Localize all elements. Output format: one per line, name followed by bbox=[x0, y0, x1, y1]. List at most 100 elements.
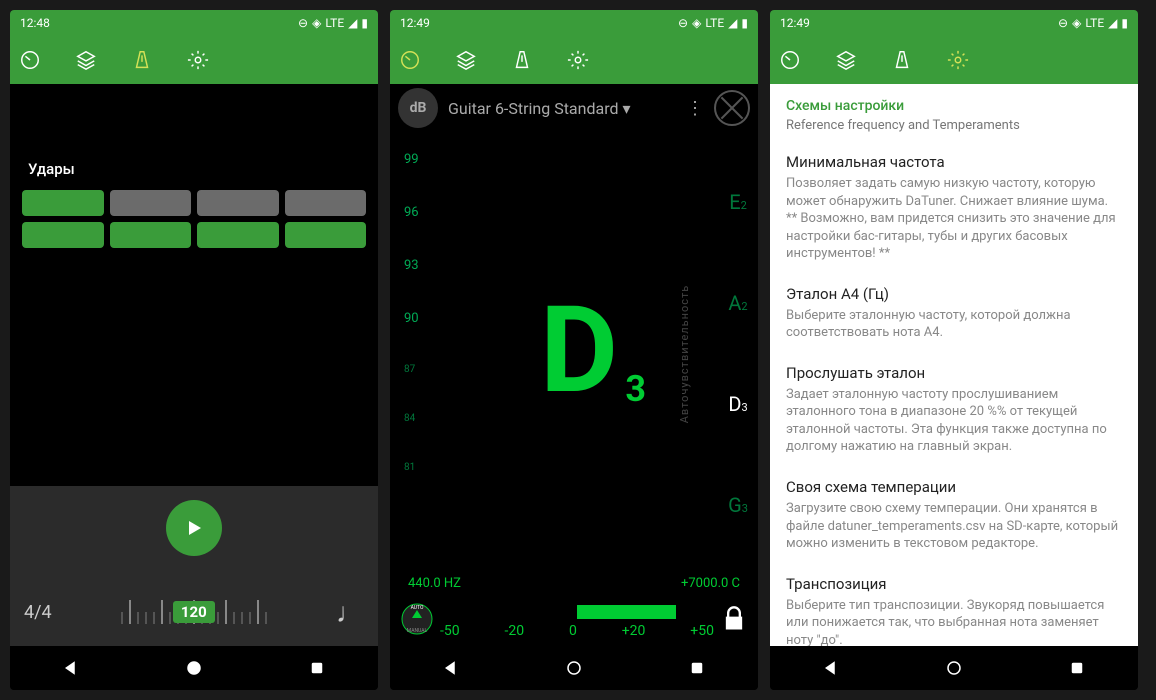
nav-home[interactable] bbox=[945, 659, 963, 677]
phone-tuner: 12:49 ⊖◈LTE◢▮ dB Guitar 6-String Standar… bbox=[390, 10, 758, 690]
nav-back[interactable] bbox=[62, 659, 80, 677]
toolbar bbox=[390, 36, 758, 84]
nav-bar bbox=[770, 646, 1138, 690]
cents-meter[interactable]: -50 -20 0 +20 +50 bbox=[440, 599, 714, 639]
freq-value: 440.0 HZ bbox=[408, 576, 461, 591]
tab-settings[interactable] bbox=[946, 48, 970, 72]
metronome-content: Удары 4/4 120 ♩ bbox=[10, 84, 378, 646]
svg-text:MANUAL: MANUAL bbox=[407, 628, 428, 634]
freq-row: 440.0 HZ +7000.0 C bbox=[390, 576, 758, 591]
string-e2[interactable]: E2 bbox=[729, 190, 747, 215]
setting-min-freq[interactable]: Минимальная частота Позволяет задать сам… bbox=[786, 153, 1122, 263]
tab-metronome[interactable] bbox=[510, 48, 534, 72]
status-bar: 12:49 ⊖◈LTE◢▮ bbox=[390, 10, 758, 36]
setting-transposition[interactable]: Транспозиция Выберите тип транспозиции. … bbox=[786, 575, 1122, 646]
beat-1-top[interactable] bbox=[22, 190, 104, 216]
section-subtitle: Reference frequency and Temperaments bbox=[786, 118, 1122, 133]
nav-back[interactable] bbox=[442, 659, 460, 677]
clock: 12:49 bbox=[400, 16, 430, 30]
bpm-value: 120 bbox=[173, 601, 215, 623]
tab-settings[interactable] bbox=[566, 48, 590, 72]
network-label: LTE bbox=[325, 16, 344, 30]
status-bar: 12:49 ⊖◈LTE◢▮ bbox=[770, 10, 1138, 36]
setting-listen-ref[interactable]: Прослушать эталон Задает эталонную часто… bbox=[786, 364, 1122, 456]
time-signature[interactable]: 4/4 bbox=[24, 602, 52, 623]
db-badge[interactable]: dB bbox=[398, 88, 438, 128]
tuner-header: dB Guitar 6-String Standard ▾ ⋮ bbox=[390, 84, 758, 132]
tab-layers[interactable] bbox=[74, 48, 98, 72]
note-value-icon[interactable]: ♩ bbox=[336, 596, 364, 629]
beats-label: Удары bbox=[28, 160, 366, 178]
dnd-icon: ⊖ bbox=[298, 16, 308, 30]
tab-metronome[interactable] bbox=[890, 48, 914, 72]
tempo-row: 4/4 120 ♩ bbox=[24, 592, 364, 632]
dnd-icon: ⊖ bbox=[678, 16, 688, 30]
status-icons: ⊖ ◈ LTE ◢ ▮ bbox=[298, 16, 368, 30]
nav-recent[interactable] bbox=[1068, 659, 1086, 677]
phone-settings: 12:49 ⊖◈LTE◢▮ Схемы настройки Reference … bbox=[770, 10, 1138, 690]
note-display[interactable]: D3 bbox=[440, 132, 718, 576]
status-icons: ⊖ ◈ LTE ◢ ▮ bbox=[1058, 16, 1128, 30]
tempo-slider[interactable]: 120 bbox=[68, 592, 320, 632]
string-list: E2 A2 D3 G3 bbox=[718, 132, 758, 576]
string-g3[interactable]: G3 bbox=[728, 493, 748, 518]
play-button[interactable] bbox=[166, 500, 222, 556]
beat-1-bot[interactable] bbox=[22, 222, 104, 248]
string-a2[interactable]: A2 bbox=[728, 291, 747, 316]
autosens-label: Авточувствительность bbox=[678, 285, 691, 424]
nav-back[interactable] bbox=[822, 659, 840, 677]
tab-tuner-gauge[interactable] bbox=[18, 48, 42, 72]
cents-value: +7000.0 C bbox=[681, 576, 740, 591]
status-icons: ⊖◈LTE◢▮ bbox=[678, 16, 748, 30]
setting-custom-temperament[interactable]: Своя схема темперации Загрузите свою схе… bbox=[786, 478, 1122, 553]
beat-3-bot[interactable] bbox=[197, 222, 279, 248]
more-menu[interactable]: ⋮ bbox=[686, 98, 704, 119]
tab-layers[interactable] bbox=[834, 48, 858, 72]
nav-recent[interactable] bbox=[308, 659, 326, 677]
battery-icon: ▮ bbox=[1121, 16, 1128, 30]
beat-4-top[interactable] bbox=[285, 190, 367, 216]
nav-bar bbox=[390, 646, 758, 690]
tab-settings[interactable] bbox=[186, 48, 210, 72]
setting-a4-ref[interactable]: Эталон A4 (Гц) Выберите эталонную частот… bbox=[786, 285, 1122, 342]
dnd-icon: ⊖ bbox=[1058, 16, 1068, 30]
settings-content[interactable]: Схемы настройки Reference frequency and … bbox=[770, 84, 1138, 646]
tuning-selector[interactable]: Guitar 6-String Standard ▾ bbox=[448, 99, 676, 118]
lock-icon[interactable] bbox=[720, 605, 748, 633]
tuner-body: 99 96 93 90 87 84 81 D3 E2 A2 D3 G3 Авто… bbox=[390, 132, 758, 576]
player-panel: 4/4 120 ♩ bbox=[10, 486, 378, 646]
sensitivity-scale: 99 96 93 90 87 84 81 bbox=[390, 132, 440, 576]
battery-icon: ▮ bbox=[361, 16, 368, 30]
tab-layers[interactable] bbox=[454, 48, 478, 72]
beat-4-bot[interactable] bbox=[285, 222, 367, 248]
tab-tuner-gauge[interactable] bbox=[778, 48, 802, 72]
clock: 12:48 bbox=[20, 16, 50, 30]
wifi-icon: ◈ bbox=[692, 16, 701, 30]
tab-tuner-gauge[interactable] bbox=[398, 48, 422, 72]
nav-home[interactable] bbox=[185, 659, 203, 677]
auto-manual-toggle[interactable]: MANUAL AUTO bbox=[400, 602, 434, 636]
wifi-icon: ◈ bbox=[312, 16, 321, 30]
beat-3-top[interactable] bbox=[197, 190, 279, 216]
phone-metronome: 12:48 ⊖ ◈ LTE ◢ ▮ Удары bbox=[10, 10, 378, 690]
nav-recent[interactable] bbox=[688, 659, 706, 677]
string-d3[interactable]: D3 bbox=[728, 392, 747, 417]
signal-icon: ◢ bbox=[1108, 16, 1117, 30]
beat-2-bot[interactable] bbox=[110, 222, 192, 248]
status-bar: 12:48 ⊖ ◈ LTE ◢ ▮ bbox=[10, 10, 378, 36]
svg-text:AUTO: AUTO bbox=[411, 605, 424, 611]
signal-icon: ◢ bbox=[728, 16, 737, 30]
network-label: LTE bbox=[705, 16, 724, 30]
network-label: LTE bbox=[1085, 16, 1104, 30]
target-disabled-icon[interactable] bbox=[714, 90, 750, 126]
section-title: Схемы настройки bbox=[786, 98, 1122, 114]
toolbar bbox=[10, 36, 378, 84]
toolbar bbox=[770, 36, 1138, 84]
detected-note: D3 bbox=[540, 281, 618, 428]
wifi-icon: ◈ bbox=[1072, 16, 1081, 30]
nav-home[interactable] bbox=[565, 659, 583, 677]
beat-2-top[interactable] bbox=[110, 190, 192, 216]
dropdown-icon: ▾ bbox=[622, 99, 630, 118]
beats-grid bbox=[22, 190, 366, 248]
tab-metronome[interactable] bbox=[130, 48, 154, 72]
